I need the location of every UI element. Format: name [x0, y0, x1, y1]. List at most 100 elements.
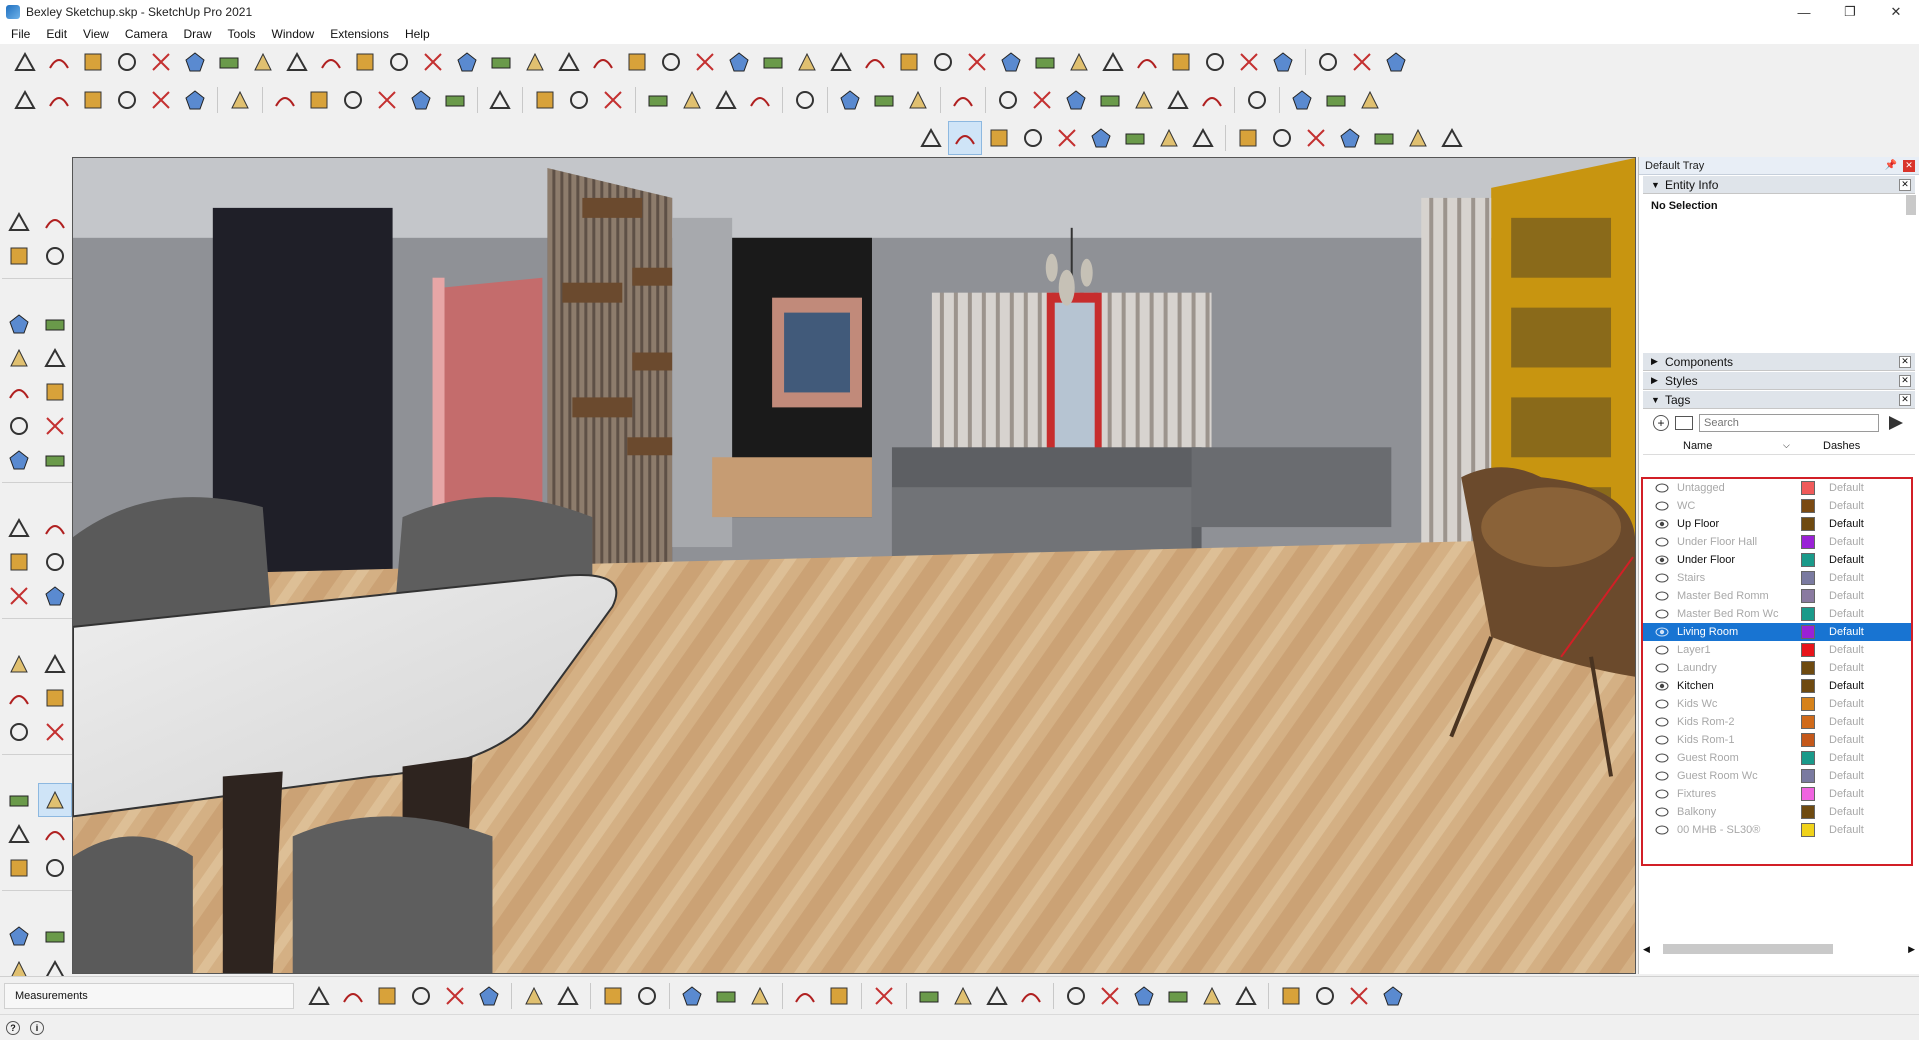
layers-icon[interactable]	[562, 83, 596, 117]
zoom-window-icon[interactable]	[722, 45, 756, 79]
pie-icon[interactable]	[38, 443, 72, 477]
right-view-icon[interactable]	[110, 83, 144, 117]
tag-name[interactable]: Kids Rom-1	[1677, 734, 1797, 746]
rotate-tool-icon[interactable]	[144, 45, 178, 79]
tag-name[interactable]: Master Bed Romm	[1677, 590, 1797, 602]
shaded-icon[interactable]	[404, 83, 438, 117]
film3-icon[interactable]	[1333, 121, 1367, 155]
eraser-icon[interactable]	[38, 239, 72, 273]
match-photo-icon[interactable]	[596, 83, 630, 117]
tag-row[interactable]: Master Bed Rom Wc Default	[1643, 605, 1911, 623]
zoom-icon[interactable]	[982, 121, 1016, 155]
arc-icon[interactable]	[2, 409, 36, 443]
scroll-thumb[interactable]	[1663, 944, 1833, 954]
freehand-tool-icon[interactable]	[110, 45, 144, 79]
eye-closed-icon[interactable]	[1653, 771, 1671, 781]
tag-dashes[interactable]: Default	[1829, 644, 1864, 656]
axis-y-icon[interactable]	[709, 83, 743, 117]
help-icon[interactable]	[472, 979, 506, 1013]
eye-closed-icon[interactable]	[1653, 609, 1671, 619]
move-blue-icon[interactable]	[1025, 83, 1059, 117]
textured-icon[interactable]	[438, 83, 472, 117]
face-blue-icon[interactable]	[1059, 979, 1093, 1013]
tag-name[interactable]: Up Floor	[1677, 518, 1797, 530]
rotate-icon[interactable]	[404, 979, 438, 1013]
tag-color-swatch[interactable]	[1801, 661, 1815, 675]
rotated-rectangle-icon[interactable]	[38, 341, 72, 375]
tag-name[interactable]: Fixtures	[1677, 788, 1797, 800]
iso-view-icon[interactable]	[8, 83, 42, 117]
tags-search-input[interactable]	[1699, 414, 1879, 432]
look-around-icon[interactable]	[1152, 121, 1186, 155]
tag-name[interactable]: Kids Wc	[1677, 698, 1797, 710]
line-pencil-icon[interactable]	[2, 307, 36, 341]
back-view-icon[interactable]	[144, 83, 178, 117]
polygon-icon[interactable]	[38, 375, 72, 409]
text-icon[interactable]	[38, 681, 72, 715]
paint-bucket-icon[interactable]	[2, 239, 36, 273]
scene-icon[interactable]	[641, 83, 675, 117]
eye-closed-icon[interactable]	[1653, 573, 1671, 583]
scale-icon[interactable]	[438, 979, 472, 1013]
freehand-icon[interactable]	[38, 307, 72, 341]
menu-edit[interactable]: Edit	[38, 27, 75, 41]
tag-color-swatch[interactable]	[1801, 625, 1815, 639]
vertical-line-icon[interactable]	[912, 979, 946, 1013]
zoom-window-icon[interactable]	[38, 817, 72, 851]
tag-name[interactable]: 00 MHB - SL30®	[1677, 824, 1797, 836]
eye-closed-icon[interactable]	[1653, 699, 1671, 709]
tag-row[interactable]: Guest Room Default	[1643, 749, 1911, 767]
tag-name[interactable]: Master Bed Rom Wc	[1677, 608, 1797, 620]
tag-row[interactable]: Master Bed Romm Default	[1643, 587, 1911, 605]
move-pink-icon[interactable]	[1195, 83, 1229, 117]
tag-color-swatch[interactable]	[1801, 643, 1815, 657]
layer3-icon[interactable]	[1342, 979, 1376, 1013]
panel-tags[interactable]: ▼ Tags ✕	[1643, 391, 1915, 409]
eye-open-icon[interactable]	[1653, 627, 1671, 637]
tag-dashes[interactable]: Default	[1829, 662, 1864, 674]
solid-union-icon[interactable]	[1130, 45, 1164, 79]
stamp-icon[interactable]	[994, 45, 1028, 79]
tag-name[interactable]: Untagged	[1677, 482, 1797, 494]
tag-dashes[interactable]: Default	[1829, 752, 1864, 764]
extension-icon[interactable]	[946, 83, 980, 117]
eye-open-icon[interactable]	[1653, 519, 1671, 529]
zoom-extents-icon[interactable]	[1050, 121, 1084, 155]
walk-icon[interactable]	[1186, 121, 1220, 155]
move-icon[interactable]	[2, 511, 36, 545]
offset-icon[interactable]	[38, 579, 72, 613]
component-maker-icon[interactable]	[38, 205, 72, 239]
tape-tool-icon[interactable]	[348, 45, 382, 79]
protractor-icon[interactable]	[2, 681, 36, 715]
outliner-icon[interactable]	[528, 83, 562, 117]
film2-icon[interactable]	[1299, 121, 1333, 155]
move-green-icon[interactable]	[1093, 83, 1127, 117]
arc-tool-icon[interactable]	[42, 45, 76, 79]
component-icon[interactable]	[901, 83, 935, 117]
eye-closed-icon[interactable]	[1653, 825, 1671, 835]
tag-color-swatch[interactable]	[1801, 517, 1815, 531]
scale-icon[interactable]	[2, 579, 36, 613]
tag-color-swatch[interactable]	[1801, 535, 1815, 549]
tag-dashes[interactable]: Default	[1829, 500, 1864, 512]
tag-row[interactable]: Balkony Default	[1643, 803, 1911, 821]
zoom-previous-icon[interactable]	[38, 851, 72, 885]
diagonal-icon[interactable]	[980, 979, 1014, 1013]
pushpull-icon[interactable]	[38, 511, 72, 545]
tag-row[interactable]: Living Room Default	[1643, 623, 1911, 641]
details-arrow-icon[interactable]	[1889, 416, 1903, 430]
tag-name[interactable]: Balkony	[1677, 806, 1797, 818]
draw-polyline-icon[interactable]	[302, 979, 336, 1013]
pan-hand-icon[interactable]	[38, 783, 72, 817]
sort-chevron-icon[interactable]: ⌵	[1783, 440, 1823, 451]
section-plane-icon[interactable]	[483, 83, 517, 117]
box-icon[interactable]	[551, 979, 585, 1013]
tape-measure-icon[interactable]	[2, 647, 36, 681]
pan-icon[interactable]	[948, 121, 982, 155]
solid-outer-icon[interactable]	[1266, 45, 1300, 79]
lookaround-tool-icon[interactable]	[858, 45, 892, 79]
tag-dashes[interactable]: Default	[1829, 698, 1864, 710]
menu-view[interactable]: View	[75, 27, 117, 41]
tag-dashes[interactable]: Default	[1829, 788, 1864, 800]
look-around-icon[interactable]	[38, 919, 72, 953]
